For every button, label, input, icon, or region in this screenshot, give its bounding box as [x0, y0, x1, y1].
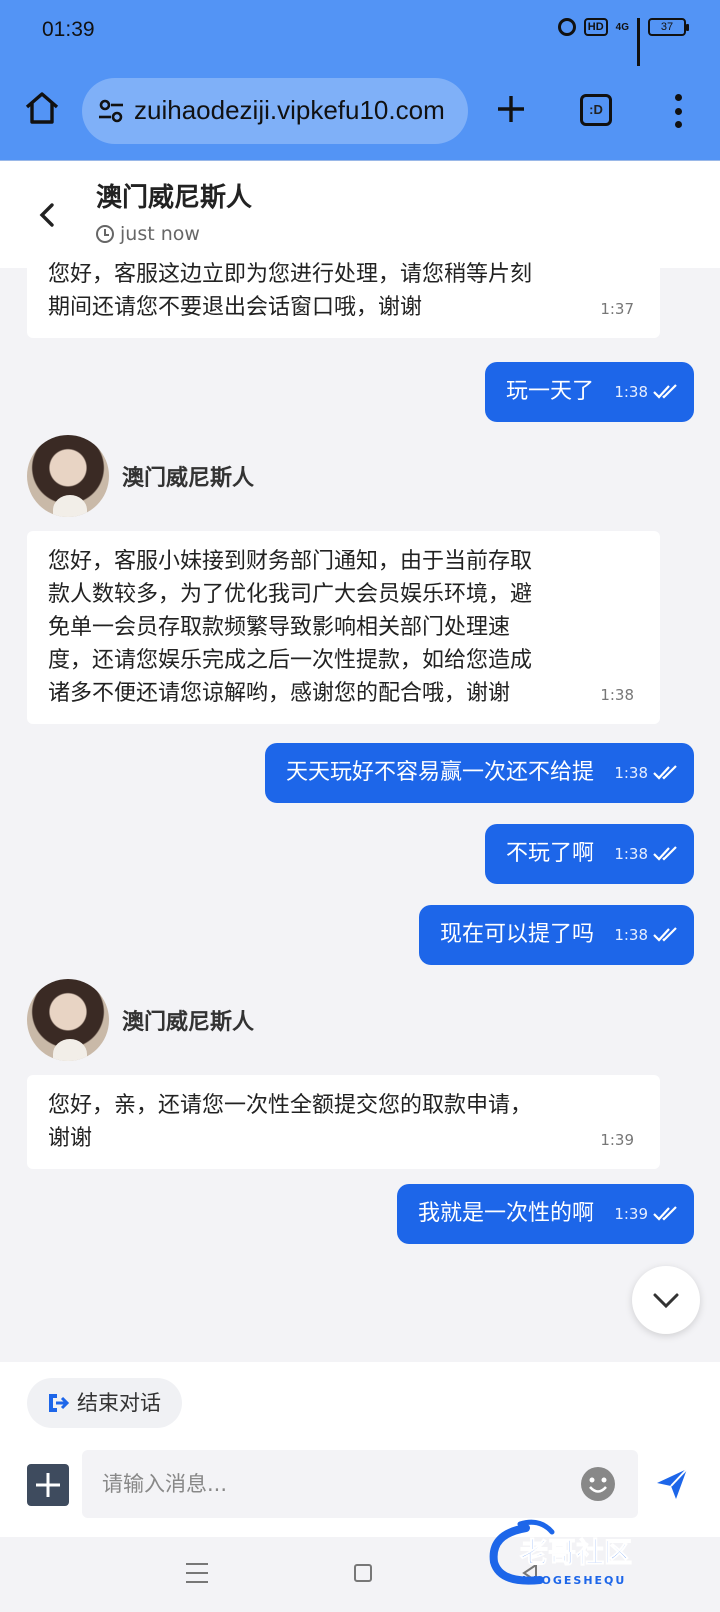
site-settings-icon[interactable] [96, 96, 126, 126]
message-time: 1:38 [614, 383, 648, 401]
browser-toolbar: 01:39 HD 4G 37 zuihaodeziji.vipkefu10.co… [0, 0, 720, 160]
message-text: 我就是一次性的啊 [417, 1201, 594, 1226]
chat-status: just now [96, 223, 200, 245]
outgoing-message: 玩一天了 1:38 [484, 362, 694, 422]
read-check-icon [653, 927, 677, 942]
message-time: 1:37 [600, 300, 634, 318]
avatar[interactable] [27, 435, 109, 517]
message-line: 度，还请您娱乐完成之后一次性提款，如给您造成 [48, 648, 533, 673]
clock-icon [96, 225, 114, 243]
incoming-message: 您好，客服这边立即为您进行处理，请您稍等片刻 期间还请您不要退出会话窗口哦，谢谢… [27, 262, 660, 338]
chat-status-text: just now [120, 223, 200, 245]
message-line: 款人数较多，为了优化我司广大会员娱乐环境，避 [48, 582, 533, 607]
outgoing-message: 不玩了啊 1:38 [484, 824, 694, 884]
battery-icon: 37 [648, 18, 689, 36]
home-icon[interactable] [22, 88, 62, 128]
message-line: 您好，客服小妹接到财务部门通知，由于当前存取 [48, 549, 533, 574]
message-text: 不玩了啊 [505, 841, 594, 866]
alarm-icon [557, 18, 576, 36]
read-check-icon [653, 765, 677, 780]
watermark-subtitle: LAOGESHEQU [522, 1574, 626, 1587]
message-line: 免单一会员存取款频繁导致影响相关部门处理速 [48, 615, 511, 640]
url-text: zuihaodeziji.vipkefu10.com [134, 95, 445, 125]
chat-header: 澳门威尼斯人 just now [0, 160, 720, 268]
sender-info: 澳门威尼斯人 [27, 435, 254, 517]
browser-menu-icon[interactable] [668, 94, 688, 128]
avatar[interactable] [27, 979, 109, 1061]
status-bar: 01:39 HD 4G 37 [0, 0, 720, 66]
read-check-icon [653, 1206, 677, 1221]
message-text: 现在可以提了吗 [439, 922, 594, 947]
send-icon[interactable] [654, 1466, 690, 1502]
incoming-message: 您好，亲，还请您一次性全额提交您的取款申请， 谢谢 1:39 [27, 1075, 660, 1169]
composer: 结束对话 [0, 1362, 720, 1537]
plus-icon [36, 1473, 60, 1497]
message-line: 期间还请您不要退出会话窗口哦，谢谢 [48, 295, 423, 320]
outgoing-message: 我就是一次性的啊 1:39 [396, 1184, 694, 1244]
home-nav-icon[interactable] [354, 1564, 372, 1582]
scroll-to-bottom-button[interactable] [632, 1266, 700, 1334]
end-chat-label: 结束对话 [77, 1391, 161, 1415]
message-line: 谢谢 [48, 1126, 93, 1151]
hd-icon: HD [583, 18, 608, 36]
chevron-down-icon [653, 1293, 679, 1309]
message-time: 1:38 [614, 926, 648, 944]
outgoing-message: 现在可以提了吗 1:38 [418, 905, 694, 965]
network-type-label: 4G [615, 21, 629, 33]
sender-info: 澳门威尼斯人 [27, 979, 254, 1061]
add-attachment-button[interactable] [27, 1464, 69, 1506]
message-time: 1:39 [600, 1131, 634, 1149]
end-chat-button[interactable]: 结束对话 [27, 1378, 182, 1428]
message-time: 1:38 [614, 845, 648, 863]
watermark-logo: 老哥社区 LAOGESHEQU [489, 1519, 633, 1587]
back-arrow-icon[interactable] [34, 197, 58, 233]
outgoing-message: 天天玩好不容易赢一次还不给提 1:38 [264, 743, 694, 803]
status-time: 01:39 [42, 18, 95, 41]
message-time: 1:38 [614, 764, 648, 782]
message-input[interactable] [82, 1450, 638, 1518]
emoji-icon[interactable] [580, 1466, 616, 1502]
url-bar[interactable]: zuihaodeziji.vipkefu10.com [82, 78, 468, 144]
message-line: 诸多不便还请您谅解哟，感谢您的配合哦，谢谢 [48, 681, 511, 706]
sender-name: 澳门威尼斯人 [122, 1010, 255, 1035]
message-line: 您好，客服这边立即为您进行处理，请您稍等片刻 [48, 262, 533, 287]
new-tab-icon[interactable] [494, 92, 528, 126]
message-line: 您好，亲，还请您一次性全额提交您的取款申请， [48, 1093, 533, 1118]
exit-icon [49, 1394, 70, 1412]
message-time: 1:39 [614, 1205, 648, 1223]
watermark-title: 老哥社区 [520, 1536, 632, 1569]
chat-title: 澳门威尼斯人 [96, 183, 253, 213]
read-check-icon [653, 384, 677, 399]
status-icons: HD 4G 37 [557, 18, 689, 66]
message-time: 1:38 [600, 686, 634, 704]
read-check-icon [653, 846, 677, 861]
signal-icon [637, 18, 640, 66]
sender-name: 澳门威尼斯人 [122, 466, 255, 491]
recent-apps-icon[interactable] [186, 1563, 208, 1583]
message-text: 天天玩好不容易赢一次还不给提 [285, 760, 594, 785]
incoming-message: 您好，客服小妹接到财务部门通知，由于当前存取 款人数较多，为了优化我司广大会员娱… [27, 531, 660, 724]
message-text: 玩一天了 [505, 379, 594, 404]
tab-switcher-button[interactable]: :D [580, 94, 612, 126]
